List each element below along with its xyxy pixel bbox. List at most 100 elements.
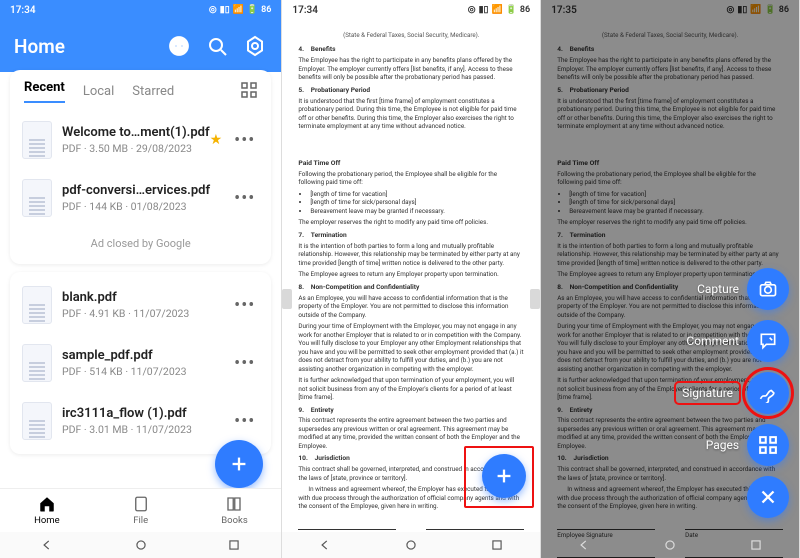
close-icon xyxy=(747,476,789,518)
file-info: pdf-conversi…ervices.pdf PDF · 144 KB · … xyxy=(62,183,230,213)
file-item[interactable]: sample_pdf.pdfPDF · 514 KB · 11/07/2023 … xyxy=(22,334,259,392)
file-name: Welcome to…ment(1).pdf xyxy=(62,125,210,140)
capture-icon xyxy=(747,268,789,310)
bottom-nav: Home File Books xyxy=(0,488,281,532)
doc-paragraph: It is understood that the first [time fr… xyxy=(298,97,524,131)
phone-document: 17:34 ◎▮▯📶🔋86 (State & Federal Taxes, So… xyxy=(282,0,541,558)
comment-icon xyxy=(747,320,789,362)
page-title: Home xyxy=(14,35,153,58)
back-icon[interactable] xyxy=(315,538,335,552)
nav-label: Books xyxy=(221,515,247,526)
file-list-card: blank.pdfPDF · 4.91 KB · 11/07/2023 ••• … xyxy=(10,272,271,454)
doc-paragraph: Following the probationary period, the E… xyxy=(298,170,524,187)
ad-closed-label: Ad closed by Google xyxy=(10,227,271,264)
file-item[interactable]: blank.pdf PDF · 4.91 KB · 11/07/2023 ••• xyxy=(22,276,259,334)
doc-paragraph: It is the intention of both parties to f… xyxy=(298,242,524,268)
status-time: 17:34 xyxy=(10,5,36,16)
doc-paragraph: The Employee agrees to return any Employ… xyxy=(298,270,524,279)
settings-icon[interactable] xyxy=(243,34,267,58)
star-icon[interactable]: ★ xyxy=(210,132,223,148)
file-meta: PDF · 3.01 MB · 11/07/2023 xyxy=(62,423,230,436)
nav-file[interactable]: File xyxy=(94,489,188,532)
more-icon[interactable]: ••• xyxy=(230,411,259,432)
status-icons: ◎▮▯📶🔋86 xyxy=(209,5,272,15)
file-meta: PDF · 144 KB · 01/08/2023 xyxy=(62,200,230,213)
tab-local[interactable]: Local xyxy=(83,84,114,99)
tab-starred[interactable]: Starred xyxy=(132,84,174,99)
chevron-right-icon[interactable] xyxy=(530,289,540,309)
search-icon[interactable] xyxy=(205,34,229,58)
file-item[interactable]: pdf-conversi…ervices.pdf PDF · 144 KB · … xyxy=(22,169,259,227)
signature-icon xyxy=(747,372,789,414)
menu-item-signature[interactable]: Signature xyxy=(676,372,789,414)
file-meta: PDF · 514 KB · 11/07/2023 xyxy=(62,365,230,378)
fab-menu: Capture Comment Signature Pages xyxy=(676,268,789,518)
doc-paragraph: During your time of Employment with the … xyxy=(298,322,524,373)
menu-label: Pages xyxy=(706,438,739,452)
grid-view-icon[interactable] xyxy=(241,82,257,102)
recents-icon[interactable] xyxy=(487,538,507,552)
file-name: pdf-conversi…ervices.pdf xyxy=(62,183,230,198)
file-item[interactable]: irc3111a_flow (1).pdf PDF · 3.01 MB · 11/… xyxy=(22,392,259,450)
file-meta: PDF · 4.91 KB · 11/07/2023 xyxy=(62,307,230,320)
pdf-thumb-icon xyxy=(22,402,52,440)
file-item[interactable]: Welcome to…ment(1).pdf PDF · 3.50 MB · 2… xyxy=(22,111,259,169)
recent-card: Recent Local Starred Welcome to…ment(1).… xyxy=(10,70,271,264)
home-icon[interactable] xyxy=(401,538,421,552)
doc-paragraph: The employer reserves the right to modif… xyxy=(298,218,524,227)
doc-heading: 8. Non-Competition and Confidentiality xyxy=(298,283,524,292)
fab-add-button[interactable] xyxy=(482,454,526,498)
doc-page: (State & Federal Taxes, Social Security,… xyxy=(288,22,534,140)
recents-icon[interactable] xyxy=(746,538,766,552)
menu-label: Capture xyxy=(697,282,739,296)
chevron-left-icon[interactable] xyxy=(282,289,292,309)
tab-recent[interactable]: Recent xyxy=(24,80,65,103)
file-meta: PDF · 3.50 MB · 29/08/2023 xyxy=(62,142,210,155)
menu-label: Comment xyxy=(686,334,739,348)
nav-books[interactable]: Books xyxy=(188,489,282,532)
file-name: irc3111a_flow (1).pdf xyxy=(62,406,230,421)
pdf-thumb-icon xyxy=(22,121,52,159)
nav-label: Home xyxy=(34,515,60,526)
doc-paragraph: It is further acknowledged that upon ter… xyxy=(298,376,524,402)
system-nav xyxy=(0,532,281,558)
file-name: blank.pdf xyxy=(62,290,230,305)
doc-list: [length of time for vacation] [length of… xyxy=(310,190,524,216)
pdf-thumb-icon xyxy=(22,344,52,382)
back-icon[interactable] xyxy=(574,538,594,552)
system-nav xyxy=(282,532,540,558)
home-icon[interactable] xyxy=(660,538,680,552)
pdf-thumb-icon xyxy=(22,286,52,324)
status-bar: 17:34 ◎▮▯📶🔋86 xyxy=(282,0,540,20)
menu-close[interactable] xyxy=(747,476,789,518)
menu-item-comment[interactable]: Comment xyxy=(686,320,789,362)
back-icon[interactable] xyxy=(37,538,57,552)
document-viewer[interactable]: (State & Federal Taxes, Social Security,… xyxy=(282,20,540,558)
doc-list-item: Bereavement leave may be granted if nece… xyxy=(310,207,524,216)
fab-add-button[interactable] xyxy=(215,440,263,488)
recents-icon[interactable] xyxy=(224,538,244,552)
nav-home[interactable]: Home xyxy=(0,489,94,532)
doc-heading: 5. Probationary Period xyxy=(298,86,524,95)
home-header: Home xyxy=(0,20,281,72)
status-time: 17:34 xyxy=(292,5,318,16)
file-list-top: Welcome to…ment(1).pdf PDF · 3.50 MB · 2… xyxy=(10,111,271,227)
menu-item-pages[interactable]: Pages xyxy=(706,424,789,466)
doc-heading: Paid Time Off xyxy=(298,159,524,168)
doc-heading: 9. Entirety xyxy=(298,406,524,415)
more-icon[interactable]: ••• xyxy=(230,295,259,316)
more-icon[interactable]: ••• xyxy=(230,188,259,209)
doc-paragraph: The Employee has the right to participat… xyxy=(298,56,524,82)
more-icon[interactable]: ••• xyxy=(230,353,259,374)
doc-note: (State & Federal Taxes, Social Security,… xyxy=(298,29,524,41)
home-icon[interactable] xyxy=(131,538,151,552)
file-list-bottom: blank.pdfPDF · 4.91 KB · 11/07/2023 ••• … xyxy=(10,276,271,450)
menu-item-capture[interactable]: Capture xyxy=(697,268,789,310)
doc-heading: 4. Benefits xyxy=(298,45,524,54)
pdf-thumb-icon xyxy=(22,179,52,217)
more-icon[interactable]: ••• xyxy=(230,130,259,151)
doc-heading: 7. Termination xyxy=(298,231,524,240)
status-icons: ◎▮▯📶🔋86 xyxy=(468,5,531,15)
assistant-icon[interactable] xyxy=(167,34,191,58)
system-nav xyxy=(541,532,799,558)
